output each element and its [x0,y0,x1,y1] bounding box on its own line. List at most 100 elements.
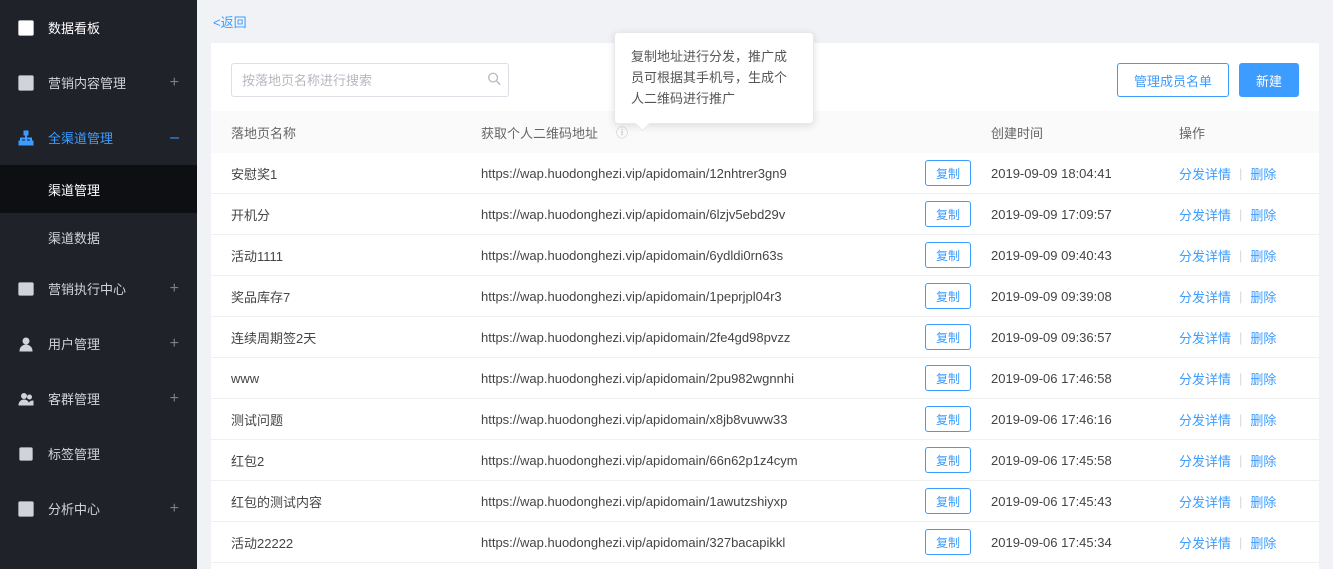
copy-button[interactable]: 复制 [925,447,971,473]
table-row: 红包的测试内容https://wap.huodonghezi.vip/apido… [211,481,1319,522]
cell-ops: 分发详情|删除 [1179,451,1299,470]
cell-time: 2019-09-09 18:04:41 [991,166,1179,181]
delete-link[interactable]: 删除 [1250,287,1276,306]
detail-link[interactable]: 分发详情 [1179,492,1231,511]
cell-name: 连续周期签2天 [231,328,481,347]
cell-url: https://wap.huodonghezi.vip/apidomain/66… [481,447,991,473]
cell-ops: 分发详情|删除 [1179,492,1299,511]
detail-link[interactable]: 分发详情 [1179,205,1231,224]
detail-link[interactable]: 分发详情 [1179,246,1231,265]
delete-link[interactable]: 删除 [1250,533,1276,552]
expand-icon: + [170,391,179,407]
copy-button[interactable]: 复制 [925,283,971,309]
delete-link[interactable]: 删除 [1250,451,1276,470]
copy-button[interactable]: 复制 [925,529,971,555]
cell-url: https://wap.huodonghezi.vip/apidomain/6l… [481,201,991,227]
col-url-header: 获取个人二维码地址ⓘ [481,123,991,142]
copy-button[interactable]: 复制 [925,160,971,186]
back-link[interactable]: <返回 [213,15,247,30]
delete-link[interactable]: 删除 [1250,410,1276,429]
nav-dashboard[interactable]: 数据看板 [0,0,197,55]
sub-channel-manage[interactable]: 渠道管理 [0,165,197,213]
copy-button[interactable]: 复制 [925,324,971,350]
cell-url: https://wap.huodonghezi.vip/apidomain/2p… [481,365,991,391]
nav-analysis[interactable]: 分析中心 + [0,481,197,536]
create-button[interactable]: 新建 [1239,63,1299,97]
cell-name: 安慰奖1 [231,164,481,183]
nav-channel[interactable]: 全渠道管理 – [0,110,197,165]
manage-members-button[interactable]: 管理成员名单 [1117,63,1229,97]
nav-exec[interactable]: 营销执行中心 + [0,261,197,316]
table-row: 奖品库存7https://wap.huodonghezi.vip/apidoma… [211,276,1319,317]
landing-table: 落地页名称 获取个人二维码地址ⓘ 创建时间 操作 安慰奖1 https://wap… [211,111,1319,569]
cell-time: 2019-09-06 17:45:34 [991,535,1179,550]
nav-label: 分析中心 [48,499,100,518]
cell-url: https://wap.huodonghezi.vip/apidomain/1a… [481,488,991,514]
cell-time: 2019-09-06 17:46:16 [991,412,1179,427]
url-text: https://wap.huodonghezi.vip/apidomain/6y… [481,248,911,263]
expand-icon: + [170,75,179,91]
cell-name: 红包2 [231,451,481,470]
detail-link[interactable]: 分发详情 [1179,533,1231,552]
delete-link[interactable]: 删除 [1250,246,1276,265]
cell-ops: 分发详情|删除 [1179,246,1299,265]
cell-ops: 分发详情|删除 [1179,533,1299,552]
cell-name: 红包的测试内容 [231,492,481,511]
delete-link[interactable]: 删除 [1250,492,1276,511]
cell-time: 2019-09-06 17:45:43 [991,494,1179,509]
delete-link[interactable]: 删除 [1250,205,1276,224]
list-icon [18,281,34,297]
help-icon[interactable]: ⓘ [616,124,628,141]
nav-content[interactable]: 营销内容管理 + [0,55,197,110]
col-ops-header: 操作 [1179,123,1299,142]
nav-label: 全渠道管理 [48,128,113,147]
url-text: https://wap.huodonghezi.vip/apidomain/1p… [481,289,911,304]
col-name-header: 落地页名称 [231,123,481,142]
url-text: https://wap.huodonghezi.vip/apidomain/1a… [481,494,911,509]
cell-name: www [231,371,481,386]
cell-name: 活动1111 [231,246,481,265]
nav-tag[interactable]: 标签管理 [0,426,197,481]
nav-group[interactable]: 客群管理 + [0,371,197,426]
cell-name: 测试问题 [231,410,481,429]
cell-time: 2019-09-06 17:46:58 [991,371,1179,386]
nav-label: 客群管理 [48,389,100,408]
chart-icon [18,501,34,517]
copy-button[interactable]: 复制 [925,201,971,227]
nav-user[interactable]: 用户管理 + [0,316,197,371]
cell-ops: 分发详情|删除 [1179,410,1299,429]
cell-ops: 分发详情|删除 [1179,287,1299,306]
detail-link[interactable]: 分发详情 [1179,410,1231,429]
copy-button[interactable]: 复制 [925,242,971,268]
copy-button[interactable]: 复制 [925,406,971,432]
cell-ops: 分发详情|删除 [1179,328,1299,347]
delete-link[interactable]: 删除 [1250,164,1276,183]
cell-url: https://wap.huodonghezi.vip/apidomain/2f… [481,324,991,350]
cell-ops: 分发详情|删除 [1179,164,1299,183]
plus-square-icon [18,20,34,36]
cell-name: 活动22222 [231,533,481,552]
sidebar: 数据看板 营销内容管理 + 全渠道管理 – 渠道管理 渠道数据 营销执行中心 +… [0,0,197,569]
delete-link[interactable]: 删除 [1250,328,1276,347]
cell-time: 2019-09-09 09:36:57 [991,330,1179,345]
url-text: https://wap.huodonghezi.vip/apidomain/x8… [481,412,911,427]
detail-link[interactable]: 分发详情 [1179,287,1231,306]
col-time-header: 创建时间 [991,123,1179,142]
table-row: 测试问题https://wap.huodonghezi.vip/apidomai… [211,399,1319,440]
copy-button[interactable]: 复制 [925,365,971,391]
sitemap-icon [18,130,34,146]
copy-button[interactable]: 复制 [925,488,971,514]
cell-ops: 分发详情|删除 [1179,205,1299,224]
helper-tooltip: 复制地址进行分发，推广成员可根据其手机号，生成个人二维码进行推广 [614,32,814,124]
detail-link[interactable]: 分发详情 [1179,328,1231,347]
cell-url: https://wap.huodonghezi.vip/apidomain/6y… [481,242,991,268]
detail-link[interactable]: 分发详情 [1179,451,1231,470]
url-text: https://wap.huodonghezi.vip/apidomain/6l… [481,207,911,222]
cell-time: 2019-09-09 09:39:08 [991,289,1179,304]
detail-link[interactable]: 分发详情 [1179,164,1231,183]
detail-link[interactable]: 分发详情 [1179,369,1231,388]
delete-link[interactable]: 删除 [1250,369,1276,388]
search-icon[interactable] [487,72,501,89]
search-input[interactable] [231,63,509,97]
sub-channel-data[interactable]: 渠道数据 [0,213,197,261]
